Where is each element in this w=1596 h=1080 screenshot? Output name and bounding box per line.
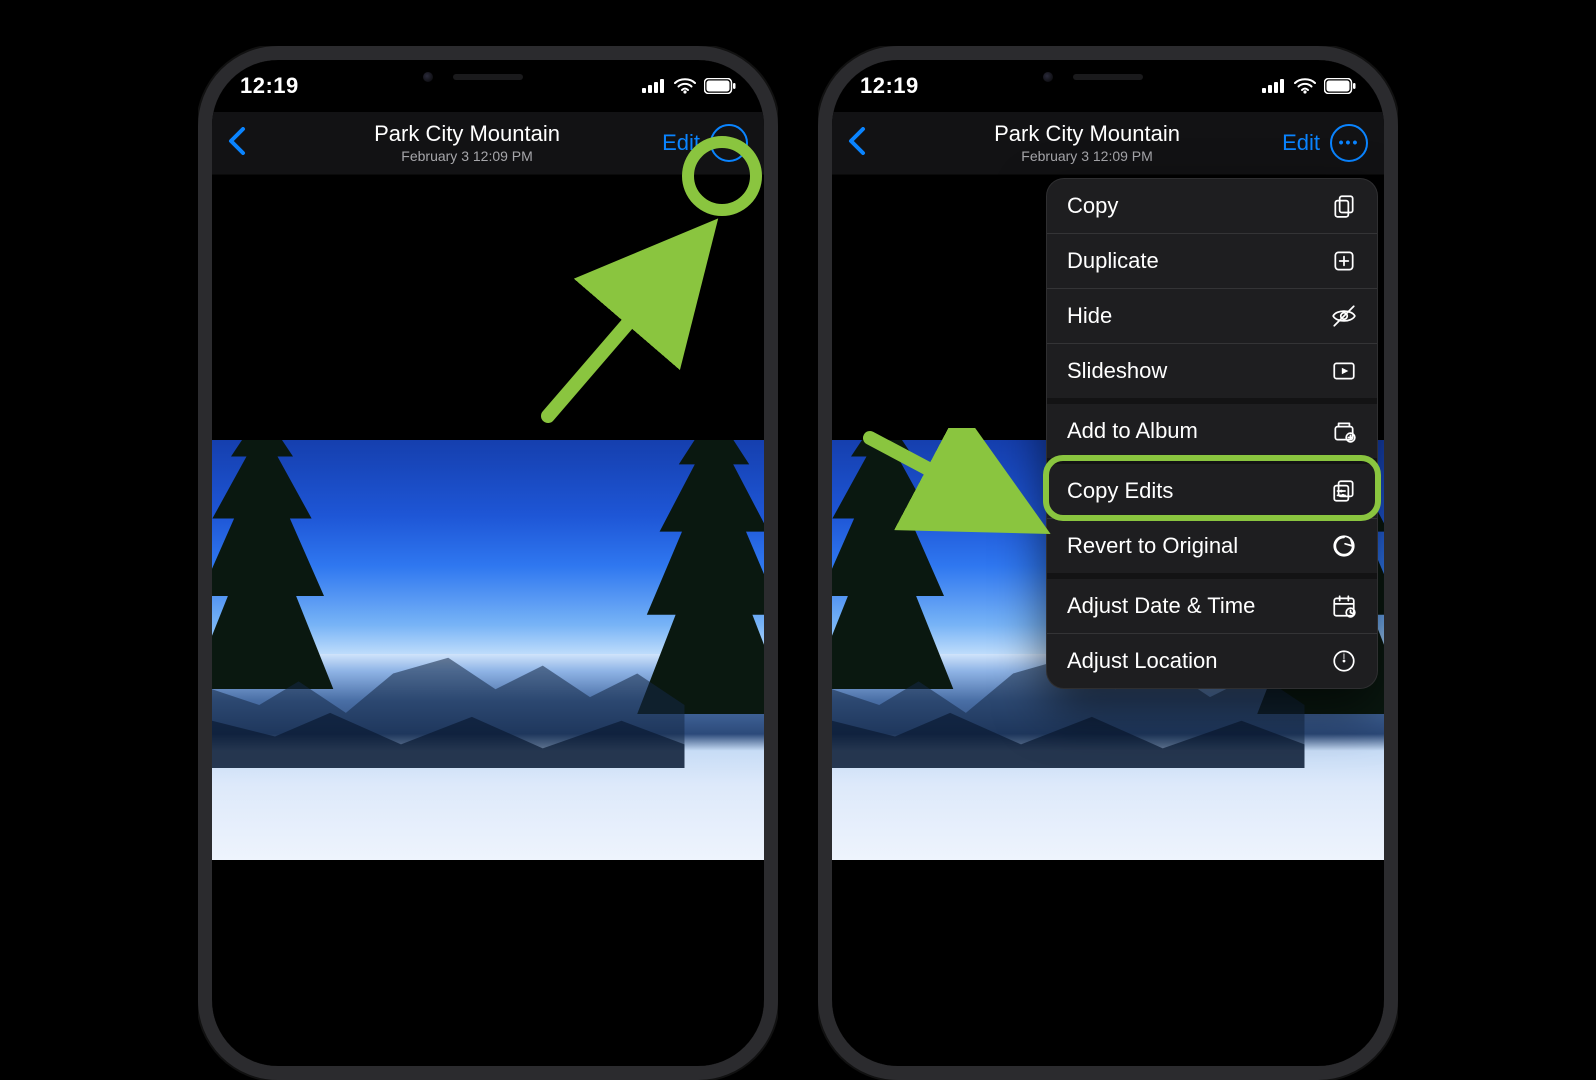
phone-screen: 12:19 bbox=[832, 60, 1384, 1066]
phone-mockup-left: 12:19 bbox=[198, 46, 778, 1080]
battery-icon bbox=[1324, 78, 1356, 94]
tree-silhouette-left bbox=[832, 440, 962, 720]
edit-button[interactable]: Edit bbox=[1282, 130, 1320, 156]
menu-item-label: Slideshow bbox=[1067, 358, 1167, 384]
menu-item-adjust-date-time[interactable]: Adjust Date & Time bbox=[1047, 573, 1377, 633]
hide-icon bbox=[1331, 303, 1357, 329]
menu-item-label: Revert to Original bbox=[1067, 533, 1238, 559]
more-button[interactable]: ••• bbox=[1330, 124, 1368, 162]
status-time: 12:19 bbox=[240, 73, 299, 99]
phone-notch bbox=[1013, 60, 1203, 94]
photo-date-subtitle: February 3 12:09 PM bbox=[272, 148, 662, 164]
wifi-icon bbox=[674, 78, 696, 94]
edit-button[interactable]: Edit bbox=[662, 130, 700, 156]
phone-notch bbox=[393, 60, 583, 94]
phone-screen: 12:19 bbox=[212, 60, 764, 1066]
status-indicators bbox=[642, 78, 736, 94]
menu-item-label: Duplicate bbox=[1067, 248, 1159, 274]
photo-viewport[interactable] bbox=[212, 440, 764, 860]
battery-icon bbox=[704, 78, 736, 94]
menu-item-label: Adjust Date & Time bbox=[1067, 593, 1255, 619]
menu-item-copy-edits[interactable]: Copy Edits bbox=[1047, 458, 1377, 518]
svg-text:i: i bbox=[1343, 651, 1345, 662]
menu-item-hide[interactable]: Hide bbox=[1047, 288, 1377, 343]
landscape-photo bbox=[212, 440, 764, 860]
photo-location-title: Park City Mountain bbox=[892, 122, 1282, 146]
back-button[interactable] bbox=[848, 127, 868, 160]
adjust-date-icon bbox=[1331, 593, 1357, 619]
cellular-signal-icon bbox=[642, 79, 666, 93]
menu-item-revert-to-original[interactable]: Revert to Original bbox=[1047, 518, 1377, 573]
photo-nav-bar: Park City Mountain February 3 12:09 PM E… bbox=[212, 112, 764, 175]
menu-item-slideshow[interactable]: Slideshow bbox=[1047, 343, 1377, 398]
adjust-location-icon: i bbox=[1331, 648, 1357, 674]
menu-item-label: Adjust Location bbox=[1067, 648, 1217, 674]
wifi-icon bbox=[1294, 78, 1316, 94]
back-button[interactable] bbox=[228, 127, 248, 160]
photo-nav-bar: Park City Mountain February 3 12:09 PM E… bbox=[832, 112, 1384, 175]
copy-icon bbox=[1331, 193, 1357, 219]
more-button[interactable]: ••• bbox=[710, 124, 748, 162]
menu-item-copy[interactable]: Copy bbox=[1047, 179, 1377, 233]
menu-item-duplicate[interactable]: Duplicate bbox=[1047, 233, 1377, 288]
tutorial-canvas: 12:19 bbox=[0, 0, 1596, 1080]
menu-item-label: Add to Album bbox=[1067, 418, 1198, 444]
slideshow-icon bbox=[1331, 358, 1357, 384]
duplicate-icon bbox=[1331, 248, 1357, 274]
copy-edits-icon bbox=[1331, 478, 1357, 504]
menu-item-label: Copy bbox=[1067, 193, 1118, 219]
cellular-signal-icon bbox=[1262, 79, 1286, 93]
add-to-album-icon bbox=[1331, 418, 1357, 444]
tree-silhouette-left bbox=[212, 440, 342, 720]
photo-date-subtitle: February 3 12:09 PM bbox=[892, 148, 1282, 164]
status-time: 12:19 bbox=[860, 73, 919, 99]
photo-location-title: Park City Mountain bbox=[272, 122, 662, 146]
menu-item-label: Hide bbox=[1067, 303, 1112, 329]
status-indicators bbox=[1262, 78, 1356, 94]
menu-item-adjust-location[interactable]: Adjust Location i bbox=[1047, 633, 1377, 688]
revert-icon bbox=[1331, 533, 1357, 559]
menu-item-label: Copy Edits bbox=[1067, 478, 1173, 504]
tree-silhouette-right bbox=[634, 440, 764, 740]
photo-actions-menu: Copy Duplicate Hide Slideshow Add to Album Co… bbox=[1046, 178, 1378, 689]
menu-item-add-to-album[interactable]: Add to Album bbox=[1047, 398, 1377, 458]
phone-mockup-right: 12:19 bbox=[818, 46, 1398, 1080]
